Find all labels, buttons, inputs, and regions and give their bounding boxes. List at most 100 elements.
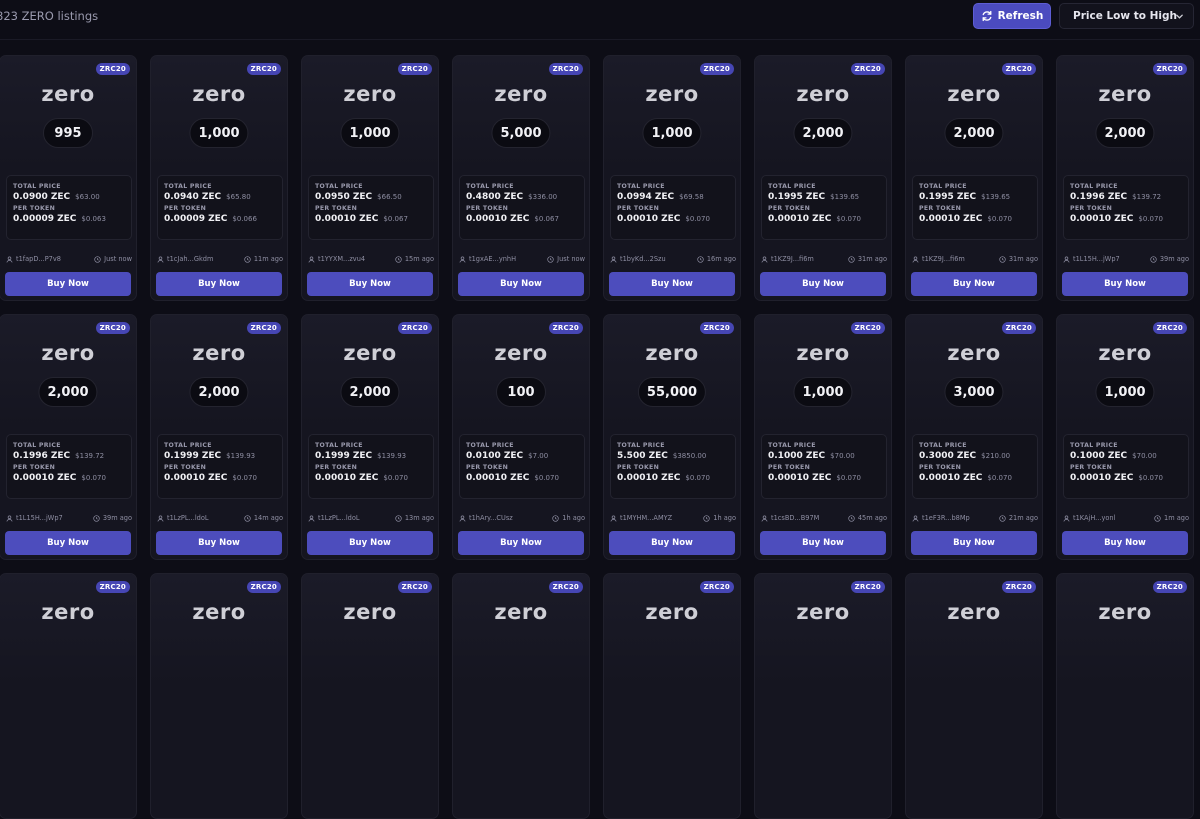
per-token-zec: 0.00010 ZEC	[164, 473, 228, 483]
seller-address[interactable]: t1L15H...jWp7	[1073, 255, 1120, 263]
total-price-label: TOTAL PRICE	[617, 442, 665, 449]
listing-card[interactable]: ZRC20 zero	[905, 573, 1043, 819]
seller-address[interactable]: t1LzPL...ldoL	[318, 514, 360, 522]
listing-card[interactable]: ZRC20 zero 1,000 TOTAL PRICE 0.1000 ZEC $70.0…	[1056, 314, 1194, 560]
listing-card[interactable]: ZRC20 zero 1,000 TOTAL PRICE 0.0940 ZEC $65.8…	[150, 55, 288, 301]
per-token-label: PER TOKEN	[1070, 205, 1113, 212]
total-price-usd: $3850.00	[672, 452, 707, 460]
sort-select[interactable]: Price Low to High	[1059, 3, 1194, 29]
seller-address[interactable]: t1LzPL...ldoL	[167, 514, 209, 522]
listing-card[interactable]: ZRC20 zero	[150, 573, 288, 819]
listing-time: Just now	[557, 255, 585, 263]
seller-address[interactable]: t1eF3R...b8Mp	[922, 514, 970, 522]
zrc20-badge: ZRC20	[699, 581, 734, 593]
listing-card[interactable]: ZRC20 zero 2,000 TOTAL PRICE 0.1995 ZEC $139.…	[905, 55, 1043, 301]
token-ticker: zero	[645, 600, 699, 624]
seller-address[interactable]: t1fapD...P7v8	[16, 255, 61, 263]
per-token-usd: $0.070	[836, 215, 861, 223]
buy-now-button[interactable]: Buy Now	[1062, 272, 1188, 296]
listing-card[interactable]: ZRC20 zero 3,000 TOTAL PRICE 0.3000 ZEC $210.…	[905, 314, 1043, 560]
seller-address[interactable]: t1MYHM...AMYZ	[620, 514, 672, 522]
listing-card[interactable]: ZRC20 zero	[1056, 573, 1194, 819]
price-box: TOTAL PRICE 0.1999 ZEC $139.93 PER TOKEN 0.0…	[157, 434, 283, 499]
token-ticker: zero	[192, 600, 246, 624]
price-box: TOTAL PRICE 0.1999 ZEC $139.93 PER TOKEN 0.0…	[308, 434, 434, 499]
seller-address[interactable]: t1hAry...CUsz	[469, 514, 513, 522]
clock-icon	[1150, 255, 1157, 263]
listing-card[interactable]: ZRC20 zero 2,000 TOTAL PRICE 0.1999 ZEC $139.…	[301, 314, 439, 560]
listing-card[interactable]: ZRC20 zero 2,000 TOTAL PRICE 0.1999 ZEC $139.…	[150, 314, 288, 560]
buy-now-button[interactable]: Buy Now	[458, 272, 584, 296]
token-amount: 100	[496, 377, 546, 407]
token-ticker: zero	[41, 600, 95, 624]
buy-now-button[interactable]: Buy Now	[307, 531, 433, 555]
token-ticker: zero	[494, 341, 548, 365]
seller-address[interactable]: t1gxAE...ynhH	[469, 255, 516, 263]
buy-now-button[interactable]: Buy Now	[609, 272, 735, 296]
clock-icon	[848, 255, 855, 263]
total-price-label: TOTAL PRICE	[1070, 442, 1118, 449]
buy-now-button[interactable]: Buy Now	[307, 272, 433, 296]
zrc20-badge: ZRC20	[397, 581, 432, 593]
buy-now-button[interactable]: Buy Now	[5, 531, 131, 555]
seller-address[interactable]: t1KZ9J...fi6m	[771, 255, 814, 263]
listing-card[interactable]: ZRC20 zero 2,000 TOTAL PRICE 0.1996 ZEC $139.…	[1056, 55, 1194, 301]
listing-card[interactable]: ZRC20 zero 100 TOTAL PRICE 0.0100 ZEC $7.00 PE…	[452, 314, 590, 560]
seller-address[interactable]: t1KZ9J...fi6m	[922, 255, 965, 263]
listing-card[interactable]: ZRC20 zero 55,000 TOTAL PRICE 5.500 ZEC $3850…	[603, 314, 741, 560]
token-amount: 1,000	[1095, 377, 1155, 407]
listing-card[interactable]: ZRC20 zero 1,000 TOTAL PRICE 0.0994 ZEC $69.5…	[603, 55, 741, 301]
listing-card[interactable]: ZRC20 zero 2,000 TOTAL PRICE 0.1995 ZEC $139.…	[754, 55, 892, 301]
seller-address[interactable]: t1csBD...B97M	[771, 514, 819, 522]
listing-meta: t1cJah...Gkdm 11m ago	[157, 254, 283, 264]
token-amount: 2,000	[340, 377, 400, 407]
buy-now-button[interactable]: Buy Now	[156, 531, 282, 555]
listing-card[interactable]: ZRC20 zero	[301, 573, 439, 819]
listing-time: 31m ago	[857, 255, 887, 263]
buy-now-button[interactable]: Buy Now	[911, 272, 1037, 296]
per-token-label: PER TOKEN	[164, 464, 207, 471]
listing-card[interactable]: ZRC20 zero 2,000 TOTAL PRICE 0.1996 ZEC $139.…	[0, 314, 137, 560]
listing-card[interactable]: ZRC20 zero 995 TOTAL PRICE 0.0900 ZEC $63.00 P…	[0, 55, 137, 301]
user-icon	[761, 514, 768, 522]
per-token-zec: 0.00010 ZEC	[13, 473, 77, 483]
seller-address[interactable]: t1cJah...Gkdm	[167, 255, 213, 263]
listing-card[interactable]: ZRC20 zero 1,000 TOTAL PRICE 0.0950 ZEC $66.5…	[301, 55, 439, 301]
total-price-label: TOTAL PRICE	[466, 183, 514, 190]
buy-now-button[interactable]: Buy Now	[911, 531, 1037, 555]
total-price-zec: 0.0950 ZEC	[315, 192, 373, 202]
buy-now-button[interactable]: Buy Now	[1062, 531, 1188, 555]
clock-icon	[395, 514, 402, 522]
total-price-zec: 0.1995 ZEC	[919, 192, 977, 202]
buy-now-button[interactable]: Buy Now	[156, 272, 282, 296]
listing-meta: t1LzPL...ldoL 14m ago	[157, 513, 283, 523]
total-price-zec: 0.1999 ZEC	[164, 451, 222, 461]
listing-card[interactable]: ZRC20 zero 1,000 TOTAL PRICE 0.1000 ZEC $70.0…	[754, 314, 892, 560]
buy-now-button[interactable]: Buy Now	[458, 531, 584, 555]
listing-card[interactable]: ZRC20 zero	[452, 573, 590, 819]
listing-card[interactable]: ZRC20 zero	[0, 573, 137, 819]
seller-address[interactable]: t1byKd...2Szu	[620, 255, 666, 263]
listing-card[interactable]: ZRC20 zero	[754, 573, 892, 819]
buy-now-button[interactable]: Buy Now	[760, 531, 886, 555]
token-ticker: zero	[796, 82, 850, 106]
refresh-button[interactable]: Refresh	[973, 3, 1051, 29]
total-price-zec: 0.4800 ZEC	[466, 192, 524, 202]
seller-address[interactable]: t1YYXM...zvu4	[318, 255, 365, 263]
listing-card[interactable]: ZRC20 zero	[603, 573, 741, 819]
seller-address[interactable]: t1KAjH...yonl	[1073, 514, 1115, 522]
token-amount: 2,000	[38, 377, 98, 407]
listing-card[interactable]: ZRC20 zero 5,000 TOTAL PRICE 0.4800 ZEC $336.…	[452, 55, 590, 301]
token-ticker: zero	[41, 341, 95, 365]
token-ticker: zero	[343, 600, 397, 624]
total-price-label: TOTAL PRICE	[164, 183, 212, 190]
buy-now-button[interactable]: Buy Now	[609, 531, 735, 555]
buy-now-button[interactable]: Buy Now	[5, 272, 131, 296]
chevron-down-icon	[1176, 14, 1183, 19]
buy-now-button[interactable]: Buy Now	[760, 272, 886, 296]
seller-address[interactable]: t1L15H...jWp7	[16, 514, 63, 522]
price-box: TOTAL PRICE 0.1000 ZEC $70.00 PER TOKEN 0.00…	[761, 434, 887, 499]
total-price-label: TOTAL PRICE	[13, 442, 61, 449]
total-price-usd: $336.00	[528, 193, 558, 201]
total-price-usd: $139.93	[226, 452, 256, 460]
